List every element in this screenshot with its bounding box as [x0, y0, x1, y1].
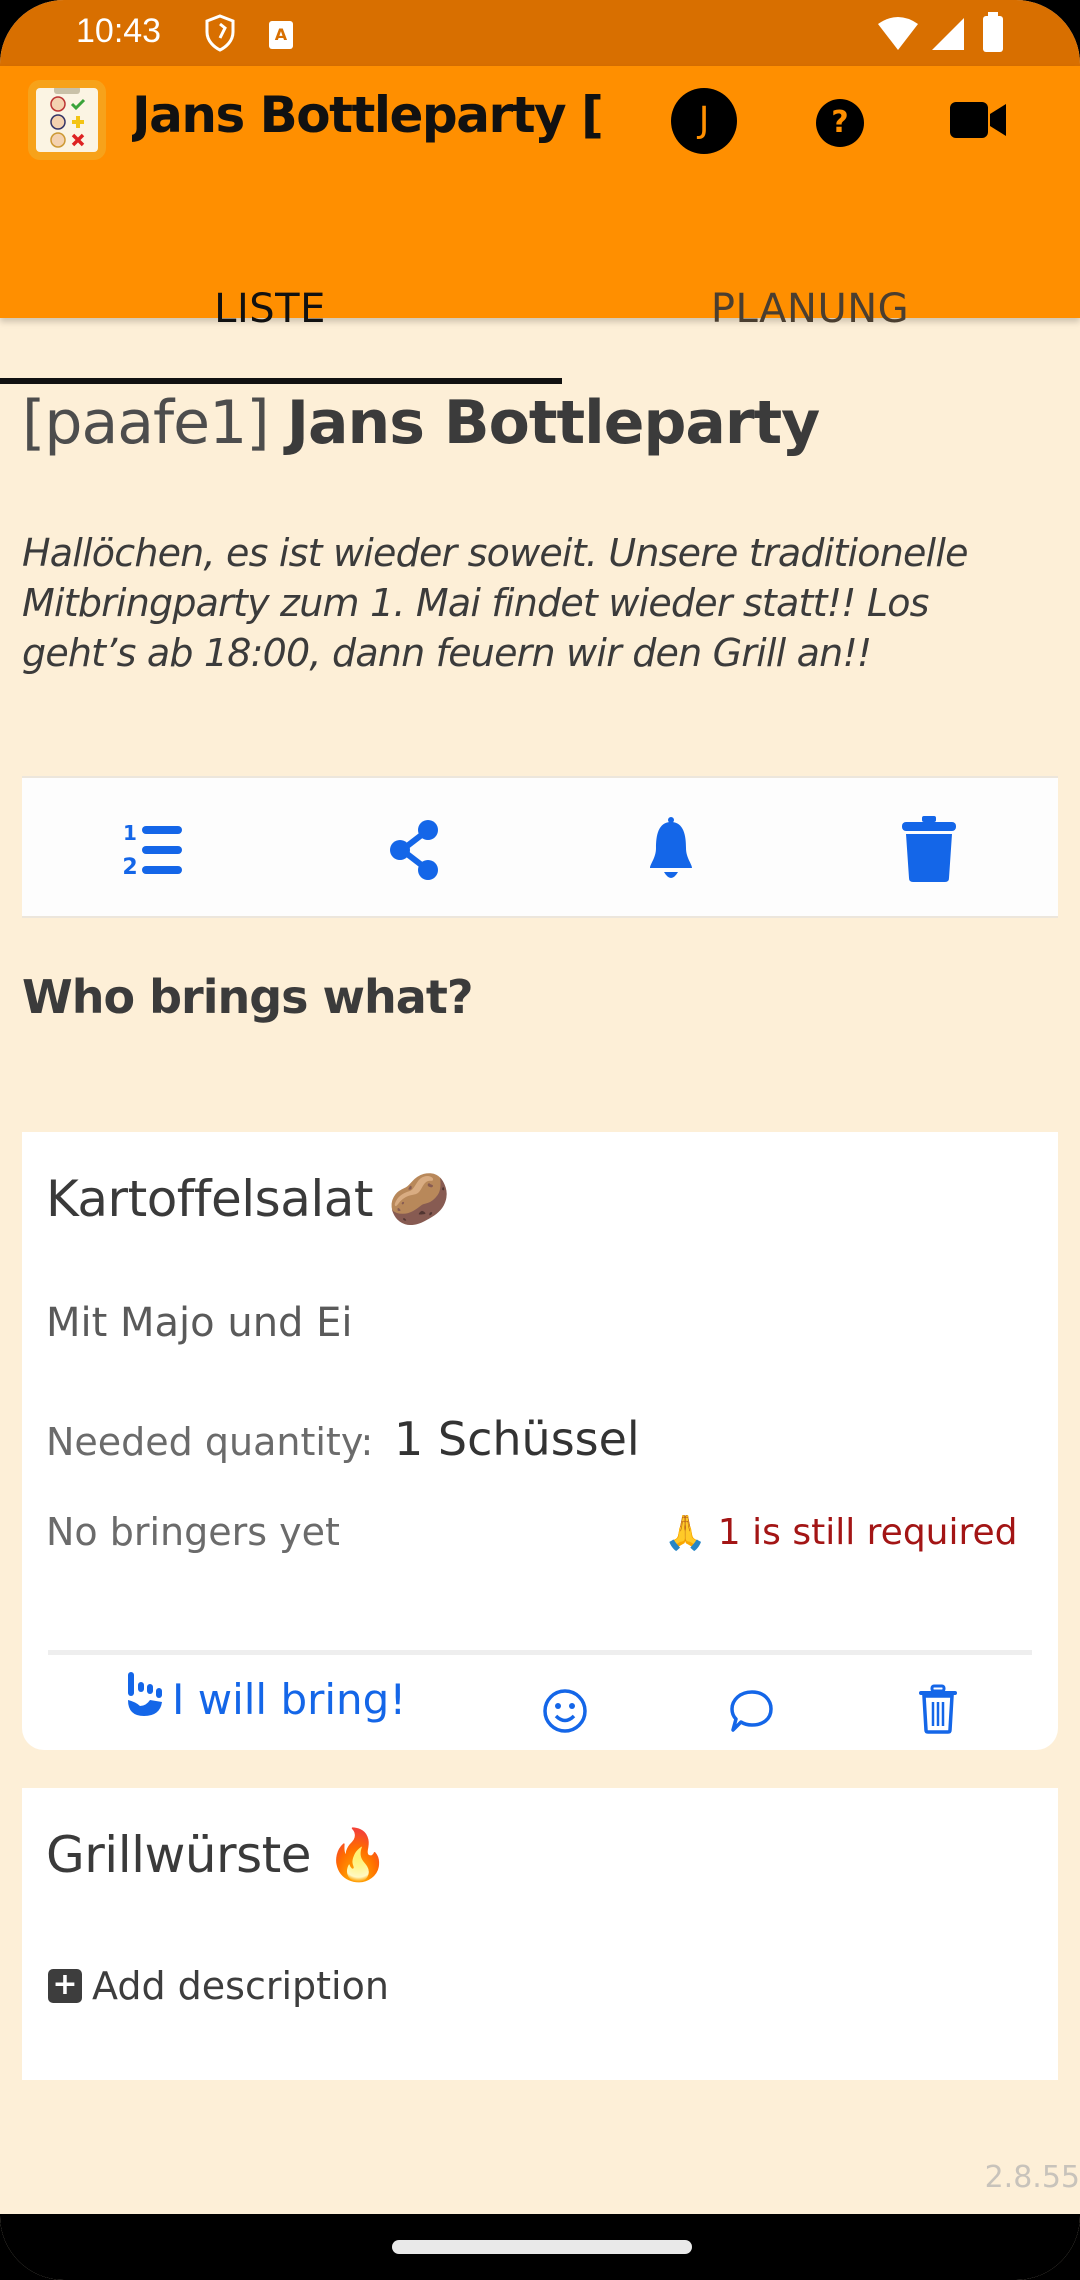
tab-liste[interactable]: LISTE	[0, 238, 540, 384]
app-logo	[28, 80, 106, 160]
event-description: Hallöchen, es ist wieder soweit. Unsere …	[22, 531, 968, 675]
item-title-text: Kartoffelsalat	[46, 1170, 373, 1228]
plus-square-icon: +	[48, 1969, 82, 2003]
required-text: 1 is still required	[717, 1512, 1018, 1553]
app-version: 2.8.55	[984, 2160, 1080, 2195]
home-gesture-handle[interactable]	[392, 2240, 692, 2254]
status-bar: 10:43 A	[0, 0, 1080, 66]
quantity-label: Needed quantity:	[46, 1420, 374, 1464]
item-card: Kartoffelsalat 🥔 Mit Majo und Ei Needed …	[22, 1132, 1058, 1750]
quantity-value: 1 Schüssel	[394, 1412, 640, 1466]
pray-emoji-icon: 🙏	[664, 1513, 707, 1553]
svg-text:A: A	[275, 25, 288, 44]
trash-icon[interactable]	[918, 1684, 958, 1738]
app-title: Jans Bottleparty […	[132, 86, 602, 144]
required-status: 🙏 1 is still required	[664, 1512, 1018, 1553]
help-icon[interactable]: ?	[816, 99, 864, 147]
status-time: 10:43	[76, 12, 162, 50]
item-card: Grillwürste 🔥 + Add description	[22, 1788, 1058, 2080]
wifi-icon	[876, 16, 920, 56]
tab-planung[interactable]: PLANUNG	[540, 238, 1080, 384]
trash-icon[interactable]	[894, 814, 964, 884]
avatar[interactable]: J	[671, 88, 737, 154]
share-icon[interactable]	[380, 814, 450, 884]
bring-hand-icon	[126, 1672, 164, 1726]
comment-icon[interactable]	[728, 1688, 774, 1738]
i-will-bring-button[interactable]: I will bring!	[126, 1672, 406, 1726]
video-icon[interactable]	[950, 100, 1008, 144]
event-toolbar: 1 2	[22, 776, 1058, 918]
card-divider	[48, 1650, 1032, 1655]
item-title: Kartoffelsalat 🥔	[46, 1170, 451, 1229]
keyboard-a-icon: A	[268, 20, 294, 54]
event-name: Jans Bottleparty	[286, 388, 821, 458]
app-bar: Jans Bottleparty [… J ? LISTE PLANUNG	[0, 66, 1080, 384]
section-title: Who brings what?	[22, 970, 474, 1024]
add-description-label: Add description	[92, 1964, 389, 2008]
app-screen: 10:43 A Jans Bottleparty [… J ? LISTE PL…	[0, 0, 1080, 2280]
event-code: [paafe1]	[22, 388, 270, 458]
add-description-button[interactable]: + Add description	[48, 1964, 389, 2008]
svg-text:2: 2	[122, 855, 137, 880]
item-title-text: Grillwürste	[46, 1826, 312, 1884]
shield-icon	[204, 14, 236, 56]
bell-icon[interactable]	[636, 814, 706, 884]
fire-emoji-icon: 🔥	[326, 1826, 389, 1884]
battery-icon	[982, 12, 1004, 56]
item-title: Grillwürste 🔥	[46, 1826, 389, 1885]
item-description: Mit Majo und Ei	[46, 1300, 353, 1346]
bring-label: I will bring!	[172, 1674, 407, 1724]
bringers-status: No bringers yet	[46, 1510, 340, 1554]
potato-emoji-icon: 🥔	[388, 1170, 451, 1228]
event-title: [paafe1] Jans Bottleparty	[22, 388, 821, 458]
signal-icon	[930, 16, 966, 56]
tab-bar: LISTE PLANUNG	[0, 238, 1080, 384]
tab-indicator	[0, 378, 562, 384]
smiley-icon[interactable]	[542, 1688, 588, 1738]
navigation-bar	[0, 2214, 1080, 2280]
numbered-list-icon[interactable]: 1 2	[118, 814, 188, 884]
svg-text:1: 1	[123, 821, 137, 845]
